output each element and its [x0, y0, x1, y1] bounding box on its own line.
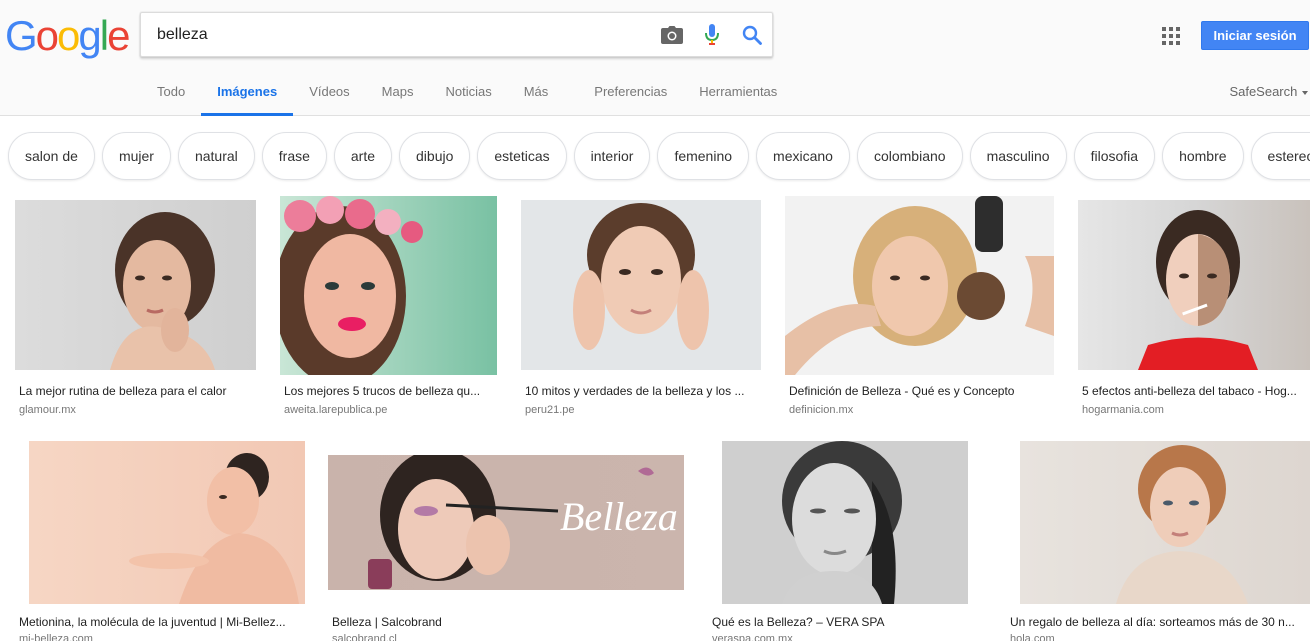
logo-letter: e	[107, 12, 130, 59]
tab-mas[interactable]: Más	[508, 72, 565, 116]
google-logo[interactable]: Google	[5, 12, 130, 59]
tab-preferencias[interactable]: Preferencias	[578, 72, 683, 116]
signin-button[interactable]: Iniciar sesión	[1201, 21, 1309, 50]
image-result[interactable]: La mejor rutina de belleza para el calor…	[15, 200, 257, 420]
tab-videos[interactable]: Vídeos	[293, 72, 365, 116]
result-source: hola.com	[1010, 633, 1055, 641]
tab-noticias[interactable]: Noticias	[429, 72, 507, 116]
image-result[interactable]: Los mejores 5 trucos de belleza qu... aw…	[280, 196, 498, 420]
microphone-icon[interactable]	[692, 13, 732, 56]
chip[interactable]: femenino	[657, 132, 750, 180]
logo-letter: l	[99, 12, 109, 59]
chip[interactable]: estereoti	[1250, 132, 1310, 180]
image-result[interactable]: Metionina, la molécula de la juventud | …	[15, 441, 305, 641]
chip[interactable]: mexicano	[756, 132, 850, 180]
chip[interactable]: interior	[573, 132, 651, 180]
safesearch-label: SafeSearch	[1229, 84, 1298, 99]
result-thumbnail[interactable]	[722, 441, 968, 604]
result-title[interactable]: Un regalo de belleza al día: sorteamos m…	[1010, 615, 1308, 629]
logo-letter: o	[35, 12, 59, 59]
caret-down-icon	[1302, 90, 1308, 95]
result-source: peru21.pe	[525, 404, 575, 416]
logo-letter: g	[78, 12, 101, 59]
tab-imagenes[interactable]: Imágenes	[201, 72, 294, 116]
camera-icon[interactable]	[652, 13, 692, 56]
result-title[interactable]: Belleza | Salcobrand	[332, 615, 682, 629]
chip[interactable]: filosofia	[1073, 132, 1156, 180]
result-source: definicion.mx	[789, 404, 854, 416]
header: Google Iniciar sesión Todo Imágenes Víde…	[0, 0, 1310, 116]
search-icon[interactable]	[732, 13, 772, 56]
image-result[interactable]: 10 mitos y verdades de la belleza y los …	[521, 200, 762, 420]
tab-todo[interactable]: Todo	[141, 72, 201, 116]
image-result[interactable]: Belleza Belleza | Salcobrand salcobrand.…	[328, 441, 685, 641]
chip[interactable]: esteticas	[477, 132, 567, 180]
result-thumbnail[interactable]	[521, 200, 761, 370]
search-input[interactable]	[157, 13, 637, 56]
result-source: glamour.mx	[19, 404, 76, 416]
chip[interactable]: salon de	[8, 132, 95, 180]
chip[interactable]: dibujo	[399, 132, 471, 180]
chip[interactable]: mujer	[101, 132, 171, 180]
result-thumbnail[interactable]	[15, 200, 256, 370]
result-thumbnail[interactable]	[785, 196, 1054, 375]
chip[interactable]: colombiano	[856, 132, 963, 180]
search-tabs: Todo Imágenes Vídeos Maps Noticias Más P…	[141, 72, 793, 116]
brand-overlay-text: Belleza	[560, 494, 678, 539]
chip[interactable]: hombre	[1162, 132, 1244, 180]
result-title[interactable]: Los mejores 5 trucos de belleza qu...	[284, 384, 494, 398]
result-title[interactable]: Metionina, la molécula de la juventud | …	[19, 615, 303, 629]
chip[interactable]: natural	[177, 132, 255, 180]
chip[interactable]: masculino	[969, 132, 1067, 180]
related-chips: salon de mujer natural frase arte dibujo…	[8, 132, 1310, 180]
logo-letter: G	[5, 12, 38, 59]
tab-herramientas[interactable]: Herramientas	[683, 72, 793, 116]
result-title[interactable]: 5 efectos anti-belleza del tabaco - Hog.…	[1082, 384, 1308, 398]
result-source: veraspa.com.mx	[712, 633, 793, 641]
result-source: hogarmania.com	[1082, 404, 1164, 416]
chip[interactable]: frase	[261, 132, 327, 180]
logo-letter: o	[57, 12, 80, 59]
tab-maps[interactable]: Maps	[366, 72, 430, 116]
image-result[interactable]: Un regalo de belleza al día: sorteamos m…	[1006, 441, 1310, 641]
result-thumbnail[interactable]	[29, 441, 305, 604]
result-title[interactable]: La mejor rutina de belleza para el calor	[19, 384, 255, 398]
image-result[interactable]: Definición de Belleza - Qué es y Concept…	[785, 196, 1055, 420]
result-thumbnail[interactable]	[1020, 441, 1310, 604]
result-source: salcobrand.cl	[332, 633, 397, 641]
image-result[interactable]: Qué es la Belleza? – VERA SPA veraspa.co…	[708, 441, 983, 641]
apps-grid-icon[interactable]	[1162, 27, 1180, 45]
result-thumbnail[interactable]: Belleza	[328, 455, 684, 590]
result-thumbnail[interactable]	[280, 196, 497, 375]
result-title[interactable]: Definición de Belleza - Qué es y Concept…	[789, 384, 1051, 398]
safesearch-menu[interactable]: SafeSearch	[1229, 72, 1310, 112]
image-result[interactable]: 5 efectos anti-belleza del tabaco - Hog.…	[1078, 200, 1310, 420]
search-box	[140, 12, 773, 57]
chip[interactable]: arte	[333, 132, 393, 180]
result-title[interactable]: Qué es la Belleza? – VERA SPA	[712, 615, 982, 629]
result-thumbnail[interactable]	[1078, 200, 1310, 370]
result-source: aweita.larepublica.pe	[284, 404, 388, 416]
result-source: mi-belleza.com	[19, 633, 93, 641]
result-title[interactable]: 10 mitos y verdades de la belleza y los …	[525, 384, 761, 398]
